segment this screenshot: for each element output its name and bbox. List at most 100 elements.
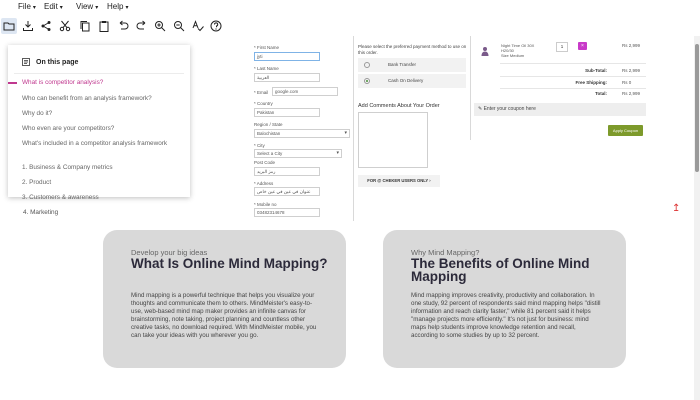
toc-item-marketing[interactable]: 4. Marketing [23,209,58,216]
cut-icon [59,20,71,32]
last-name-field[interactable]: العربية [254,73,320,82]
total-value: Rs 2,999 [622,91,641,96]
divider [14,73,184,74]
column-divider [470,36,471,140]
spellcheck-button[interactable] [190,18,206,34]
toolbar [0,16,700,36]
city-select[interactable]: Select a City [254,149,342,158]
spellcheck-icon [192,20,204,32]
folder-button[interactable] [1,18,17,34]
zoom-in-icon [155,21,166,32]
email-label: * Email [254,90,269,95]
card-body: Mind mapping improves creativity, produc… [411,292,601,339]
download-icon [23,21,33,31]
comments-label: Add Comments About Your Order [358,103,440,109]
redo-button[interactable] [134,18,150,34]
toc-item-who-can-benefit[interactable]: Who can benefit from an analysis framewo… [22,95,182,103]
toc-item-why-do-it[interactable]: Why do it? [22,110,182,118]
toc-item-competitors[interactable]: Who even are your competitors? [22,125,182,133]
paste-button[interactable] [96,18,112,34]
toc-item-framework[interactable]: What's included in a competitor analysis… [22,140,172,148]
coupon-input[interactable]: ✎ Enter your coupon here [474,103,646,116]
card-benefits: Why Mind Mapping? The Benefits of Online… [383,230,626,368]
mobile-label: * Mobile no [254,202,277,207]
apply-coupon-button[interactable]: Apply Coupon [608,125,643,136]
menu-bar: File ▾ Edit ▾ View ▾ Help ▾ [0,0,700,14]
payment-note: Please select the preferred payment meth… [358,44,467,55]
help-button[interactable] [208,18,224,34]
menu-edit[interactable]: Edit ▾ [44,2,63,11]
cart-item-details: Night Time Oil 30X H20/30 Size Medium [501,43,535,58]
product-thumbnail [480,43,490,56]
folder-icon [3,22,15,31]
toc-item-customers[interactable]: 3. Customers & awareness [22,194,182,202]
postcode-label: Post Code [254,160,276,165]
chevron-down-icon: ▾ [95,5,99,11]
paste-icon [99,21,109,32]
menu-view[interactable]: View ▾ [76,2,98,11]
active-indicator [8,82,17,84]
scrollbar-thumb[interactable] [695,44,699,172]
email-field[interactable]: google.com [272,87,338,96]
city-label: * City [254,143,265,148]
subtotal-label: Sub-Total: [585,68,607,73]
column-divider [353,36,354,221]
mobile-field[interactable]: 03482314678 [254,208,320,217]
chevron-down-icon: ▾ [59,5,63,11]
cut-button[interactable] [57,18,73,34]
help-icon [210,20,222,32]
copy-icon [80,21,90,32]
menu-help[interactable]: Help ▾ [107,2,128,11]
on-this-page-heading: On this page [22,58,78,66]
menu-file[interactable]: File ▾ [18,2,36,11]
card-what-is-mind-mapping: Develop your big ideas What Is Online Mi… [103,230,346,368]
radio-button-checked[interactable] [364,78,370,84]
zoom-out-icon [174,21,185,32]
country-label: * Country [254,101,273,106]
chevron-down-icon: ▾ [125,5,129,11]
card-title: The Benefits of Online Mind Mapping [411,256,590,284]
zoom-out-button[interactable] [171,18,187,34]
card-title: What Is Online Mind Mapping? [131,256,328,271]
summary-divider [500,88,646,89]
share-icon [41,21,51,31]
comments-textarea[interactable] [358,112,428,168]
region-select[interactable]: Balochistan [254,129,350,138]
subtotal-value: Rs 2,999 [622,68,641,73]
redo-icon [136,20,146,30]
scroll-to-top-icon[interactable]: ↥ [672,204,680,214]
shipping-label: Free Shipping: [575,80,608,85]
remove-item-button[interactable]: × [578,42,587,50]
shipping-value: Rs 0 [622,80,632,85]
proceed-button[interactable]: FOR @ CHEKER USERS ONLY › [358,175,440,187]
first-name-label: * First Name [254,45,280,50]
toc-item-product[interactable]: 2. Product [22,179,182,187]
vertical-scrollbar[interactable] [694,36,700,400]
first-name-field[interactable]: jyti [254,52,320,61]
copy-button[interactable] [77,18,93,34]
summary-divider [500,76,646,77]
address-field[interactable]: عنوان في عين في عين خاص [254,187,320,196]
on-this-page-panel: On this page What is competitor analysis… [8,45,190,201]
summary-divider [500,63,646,64]
last-name-label: * Last Name [254,66,279,71]
quantity-field[interactable]: 1 [556,42,568,52]
toc-item-business-metrics[interactable]: 1. Business & Company metrics [22,164,182,172]
list-icon [22,58,30,66]
card-body: Mind mapping is a powerful technique tha… [131,292,317,339]
toc-item-competitor-analysis[interactable]: What is competitor analysis? [22,79,182,87]
postcode-field[interactable]: رمز البريد [254,167,320,176]
total-label: Total: [595,91,607,96]
radio-button[interactable] [364,62,370,68]
country-field[interactable]: Pakistan [254,108,320,117]
payment-option-bank[interactable]: Bank Transfer [358,58,466,72]
download-button[interactable] [20,18,36,34]
undo-icon [119,20,129,30]
zoom-in-button[interactable] [152,18,168,34]
share-button[interactable] [38,18,54,34]
chevron-down-icon: ▾ [32,5,36,11]
undo-button[interactable] [115,18,131,34]
region-label: Region / State [254,122,283,127]
payment-option-cod[interactable]: Cash On Delivery [358,74,466,88]
line-price: Rs 2,999 [622,43,641,48]
